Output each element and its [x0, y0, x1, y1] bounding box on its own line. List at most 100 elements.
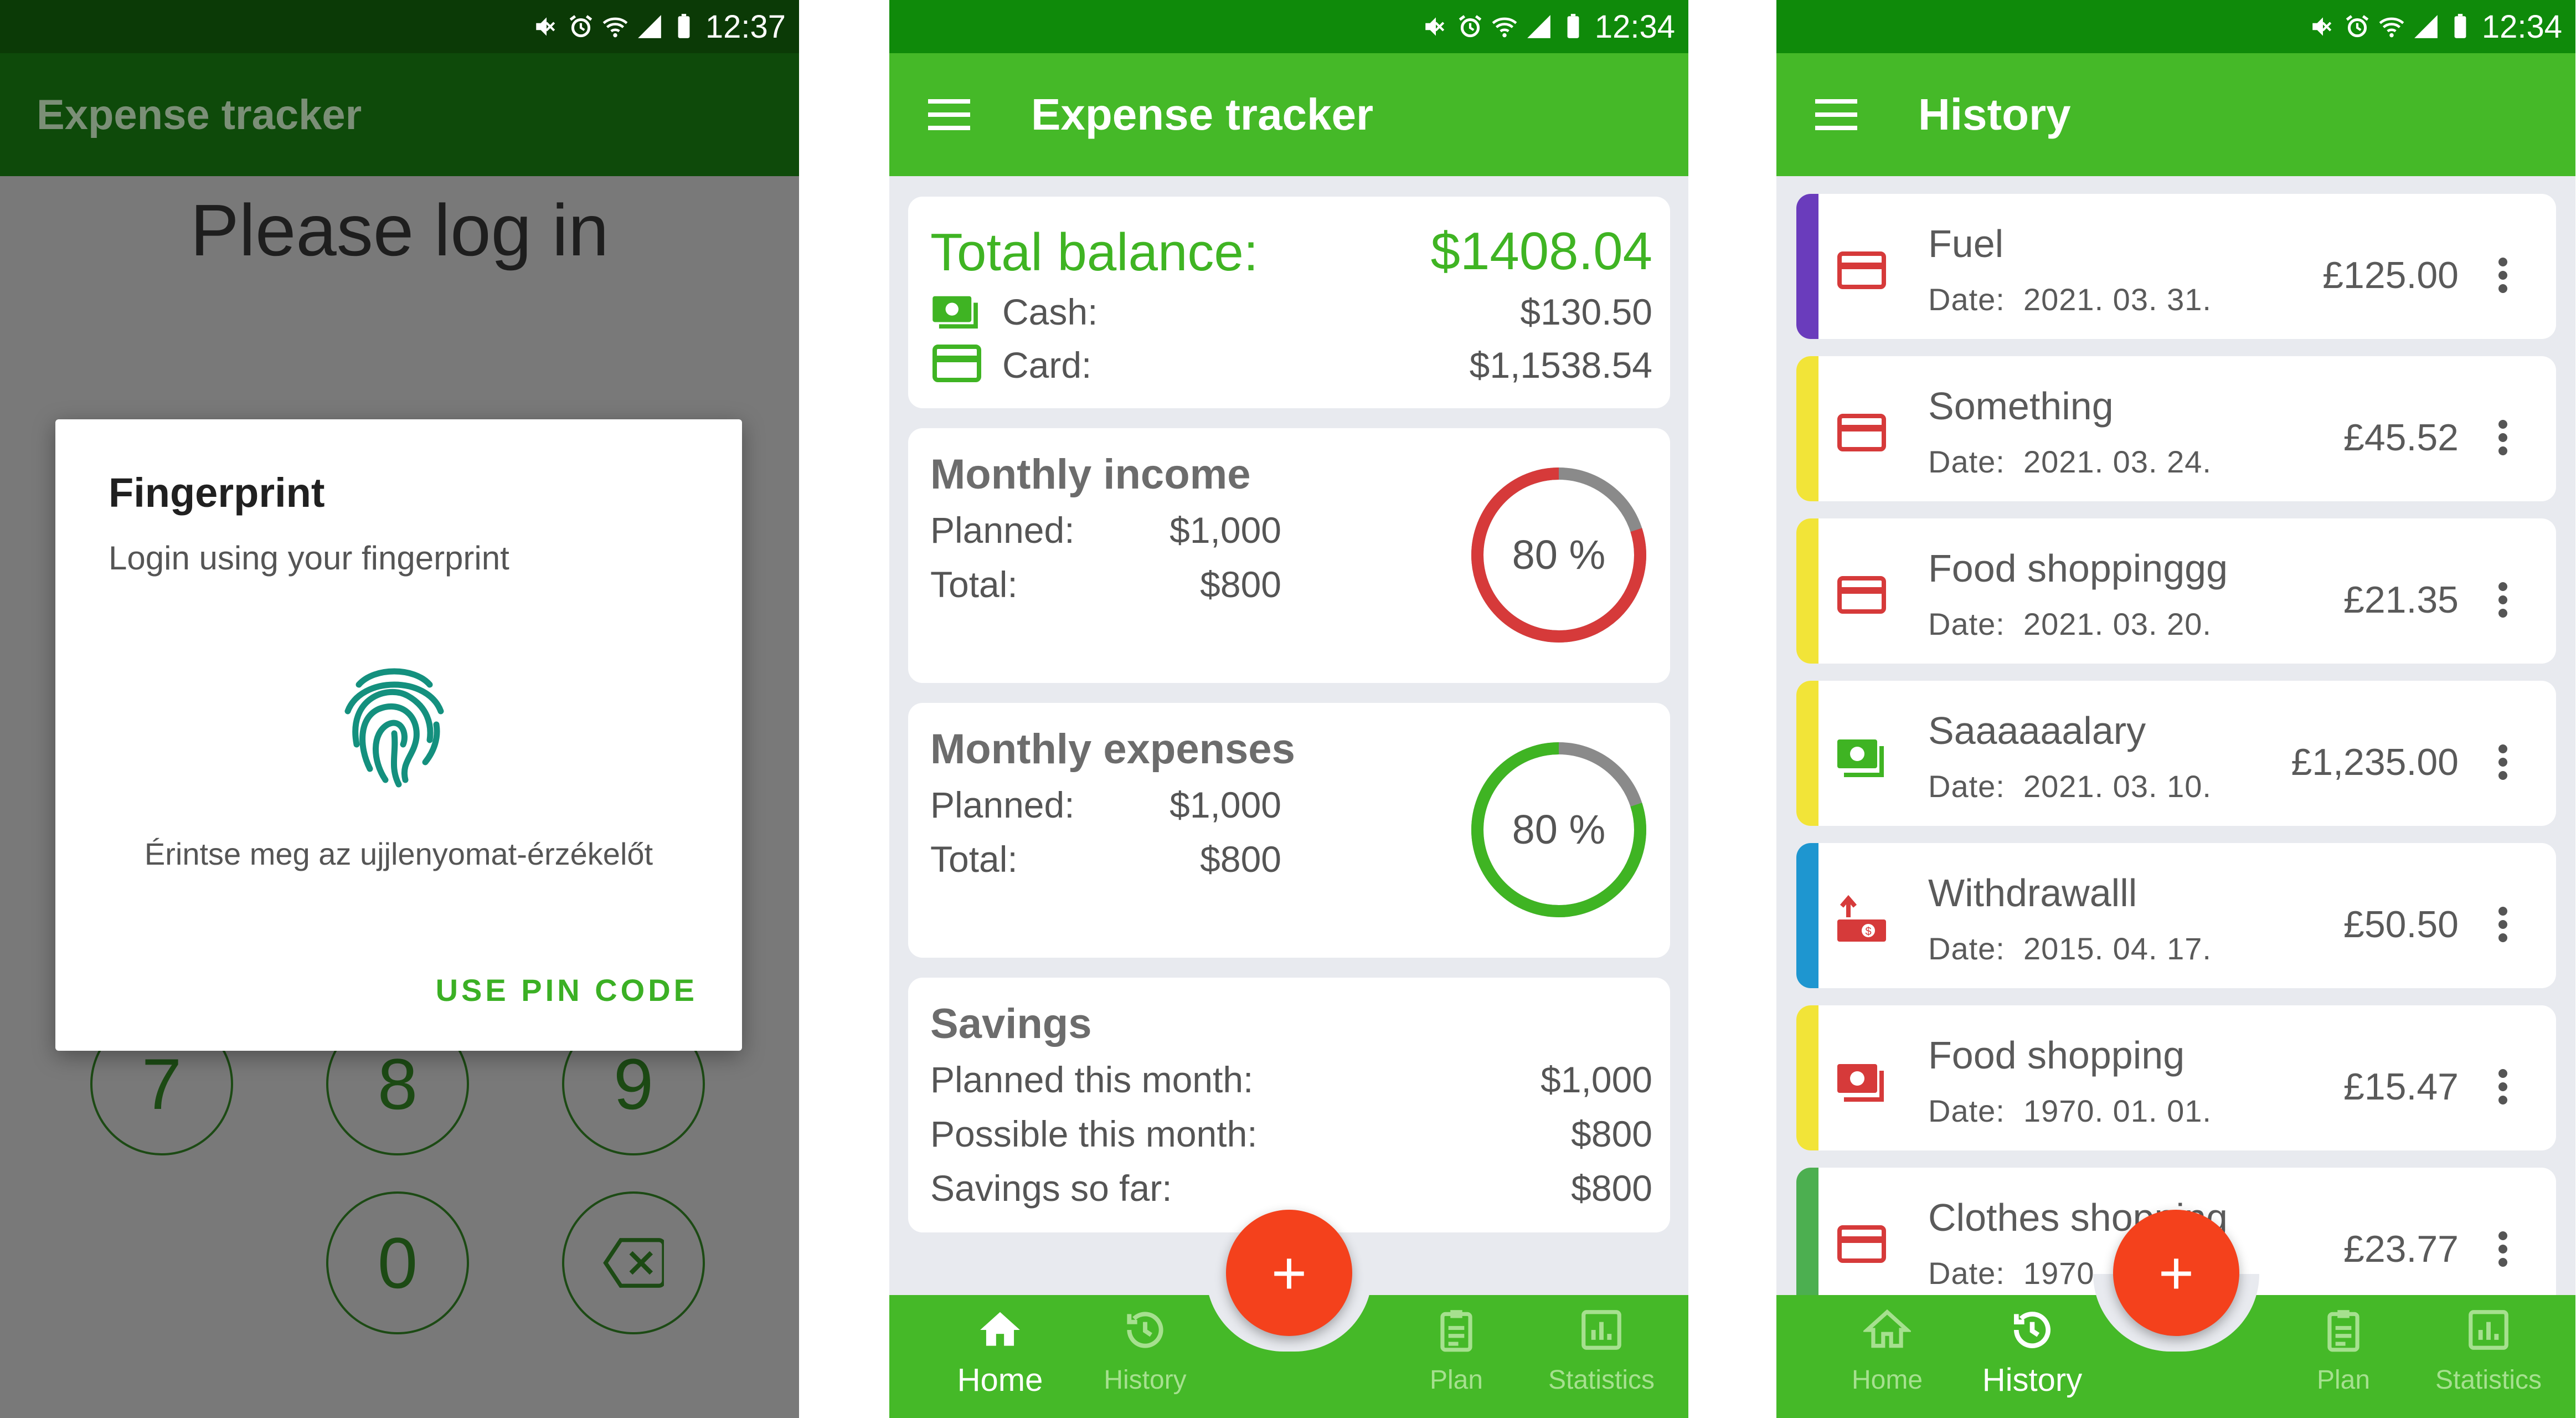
battery-icon — [678, 14, 690, 38]
income-progress-ring: 80 % — [1471, 467, 1646, 643]
date-value: 2015. 04. 17. — [2023, 931, 2212, 966]
key-0[interactable]: 0 — [326, 1191, 469, 1334]
monthly-income-card[interactable]: Monthly income Planned: $1,000 Total: $8… — [908, 428, 1670, 683]
battery-icon — [1567, 14, 1579, 38]
add-transaction-button[interactable]: + — [1226, 1210, 1352, 1336]
more-options-icon[interactable] — [2497, 1230, 2508, 1268]
cash-value: $130.50 — [1520, 291, 1652, 332]
clipboard-icon — [1440, 1310, 1472, 1352]
savings-so-far-value: $800 — [1571, 1168, 1652, 1209]
nav-plan[interactable]: Plan — [2288, 1306, 2399, 1395]
app-bar: Expense tracker — [0, 53, 799, 176]
date-label: Date: — [1928, 607, 2005, 641]
income-total-value: $800 — [1200, 564, 1281, 605]
history-item[interactable]: Food shoppinggg Date: 2021. 03. 20. £21.… — [1796, 518, 2556, 664]
add-transaction-button[interactable]: + — [2113, 1210, 2239, 1336]
app-bar: Expense tracker — [889, 53, 1688, 176]
history-item[interactable]: $ Withdrawalll Date: 2015. 04. 17. £50.5… — [1796, 843, 2556, 988]
category-stripe — [1796, 356, 1818, 501]
cash-icon — [1837, 1064, 1884, 1102]
nav-statistics-label: Statistics — [1548, 1365, 1655, 1395]
item-date: Date: 2021. 03. 10. — [1928, 768, 2212, 804]
savings-planned-value: $1,000 — [1541, 1059, 1652, 1100]
history-item[interactable]: Something Date: 2021. 03. 24. £45.52 — [1796, 356, 2556, 501]
mute-icon — [536, 17, 555, 36]
dialog-hint: Érintse meg az ujjlenyomat-érzékelőt — [144, 836, 653, 871]
balance-card[interactable]: Total balance: $1408.04 Cash: $130.50 Ca… — [908, 197, 1670, 408]
more-options-icon[interactable] — [2497, 256, 2508, 295]
statistics-icon — [1581, 1310, 1621, 1350]
card-label: Card: — [1002, 345, 1092, 386]
status-bar: 12:34 — [889, 0, 1688, 53]
dialog-subtitle: Login using your fingerprint — [109, 540, 509, 577]
savings-title: Savings — [930, 1000, 1092, 1047]
savings-card[interactable]: Savings Planned this month: $1,000 Possi… — [908, 978, 1670, 1232]
alarm-icon — [569, 15, 593, 38]
menu-icon[interactable] — [928, 98, 970, 131]
nav-statistics[interactable]: Statistics — [1546, 1306, 1657, 1395]
category-stripe — [1796, 518, 1818, 664]
category-stripe — [1796, 194, 1818, 339]
history-icon — [2014, 1312, 2051, 1348]
use-pin-code-button[interactable]: USE PIN CODE — [436, 972, 698, 1008]
item-amount: £23.77 — [2343, 1228, 2459, 1270]
status-icons — [2309, 13, 2474, 40]
nav-statistics[interactable]: Statistics — [2433, 1306, 2544, 1395]
item-name: Food shopping — [1928, 1034, 2185, 1077]
date-label: Date: — [1928, 1093, 2005, 1128]
monthly-expenses-card[interactable]: Monthly expenses Planned: $1,000 Total: … — [908, 703, 1670, 958]
history-item[interactable]: Food shopping Date: 1970. 01. 01. £15.47 — [1796, 1005, 2556, 1150]
more-options-icon[interactable] — [2497, 580, 2508, 619]
category-stripe — [1796, 681, 1818, 826]
nav-statistics-label: Statistics — [2435, 1365, 2542, 1395]
battery-icon — [2454, 14, 2466, 38]
more-options-icon[interactable] — [2497, 418, 2508, 457]
expenses-total-label: Total: — [930, 839, 1018, 880]
history-item[interactable]: Saaaaaalary Date: 2021. 03. 10. £1,235.0… — [1796, 681, 2556, 826]
item-amount: £125.00 — [2322, 254, 2459, 296]
status-bar: 12:37 — [0, 0, 799, 53]
nav-history[interactable]: History — [1977, 1306, 2088, 1399]
mute-icon — [1425, 17, 1445, 36]
signal-icon — [2414, 15, 2438, 38]
history-screen: 12:34 History Fuel Date: 2021. 03. 31. £… — [1776, 0, 2575, 1418]
more-options-icon[interactable] — [2497, 1067, 2508, 1106]
savings-planned-label: Planned this month: — [930, 1059, 1254, 1100]
item-amount: £45.52 — [2343, 417, 2459, 459]
history-item[interactable]: Fuel Date: 2021. 03. 31. £125.00 — [1796, 194, 2556, 339]
more-options-icon[interactable] — [2497, 905, 2508, 944]
date-label: Date: — [1928, 282, 2005, 317]
wifi-icon — [1492, 17, 1517, 38]
card-icon — [932, 345, 981, 382]
status-time: 12:34 — [2481, 8, 2562, 45]
expenses-planned-value: $1,000 — [1169, 784, 1281, 825]
expenses-progress-ring: 80 % — [1471, 742, 1646, 917]
home-screen: 12:34 Expense tracker Total balance: $14… — [889, 0, 1688, 1418]
item-name: Fuel — [1928, 222, 2004, 265]
item-date: Date: 2021. 03. 24. — [1928, 444, 2212, 480]
login-screen: 12:37 Expense tracker Please log in 7 8 … — [0, 0, 799, 1418]
item-name: Saaaaaalary — [1928, 709, 2146, 752]
item-amount: £21.35 — [2343, 579, 2459, 621]
more-options-icon[interactable] — [2497, 743, 2508, 782]
status-time: 12:37 — [705, 8, 786, 45]
nav-plan-label: Plan — [1429, 1365, 1483, 1395]
nav-history[interactable]: History — [1090, 1306, 1201, 1395]
card-icon — [1837, 1225, 1886, 1263]
signal-icon — [1527, 15, 1550, 38]
nav-home[interactable]: Home — [945, 1306, 1055, 1399]
date-value: 2021. 03. 20. — [2023, 607, 2212, 641]
mute-icon — [2312, 17, 2332, 36]
income-percent-label: 80 % — [1512, 532, 1606, 578]
date-label: Date: — [1928, 931, 2005, 966]
alarm-icon — [1459, 15, 1482, 38]
menu-icon[interactable] — [1815, 98, 1857, 131]
card-icon — [1837, 414, 1886, 451]
history-icon — [1127, 1312, 1163, 1348]
fingerprint-icon — [344, 668, 444, 788]
nav-home[interactable]: Home — [1832, 1306, 1943, 1395]
backspace-key[interactable] — [562, 1191, 705, 1334]
date-value: 2021. 03. 31. — [2023, 282, 2212, 317]
nav-plan[interactable]: Plan — [1401, 1306, 1512, 1395]
cash-icon — [932, 296, 978, 329]
